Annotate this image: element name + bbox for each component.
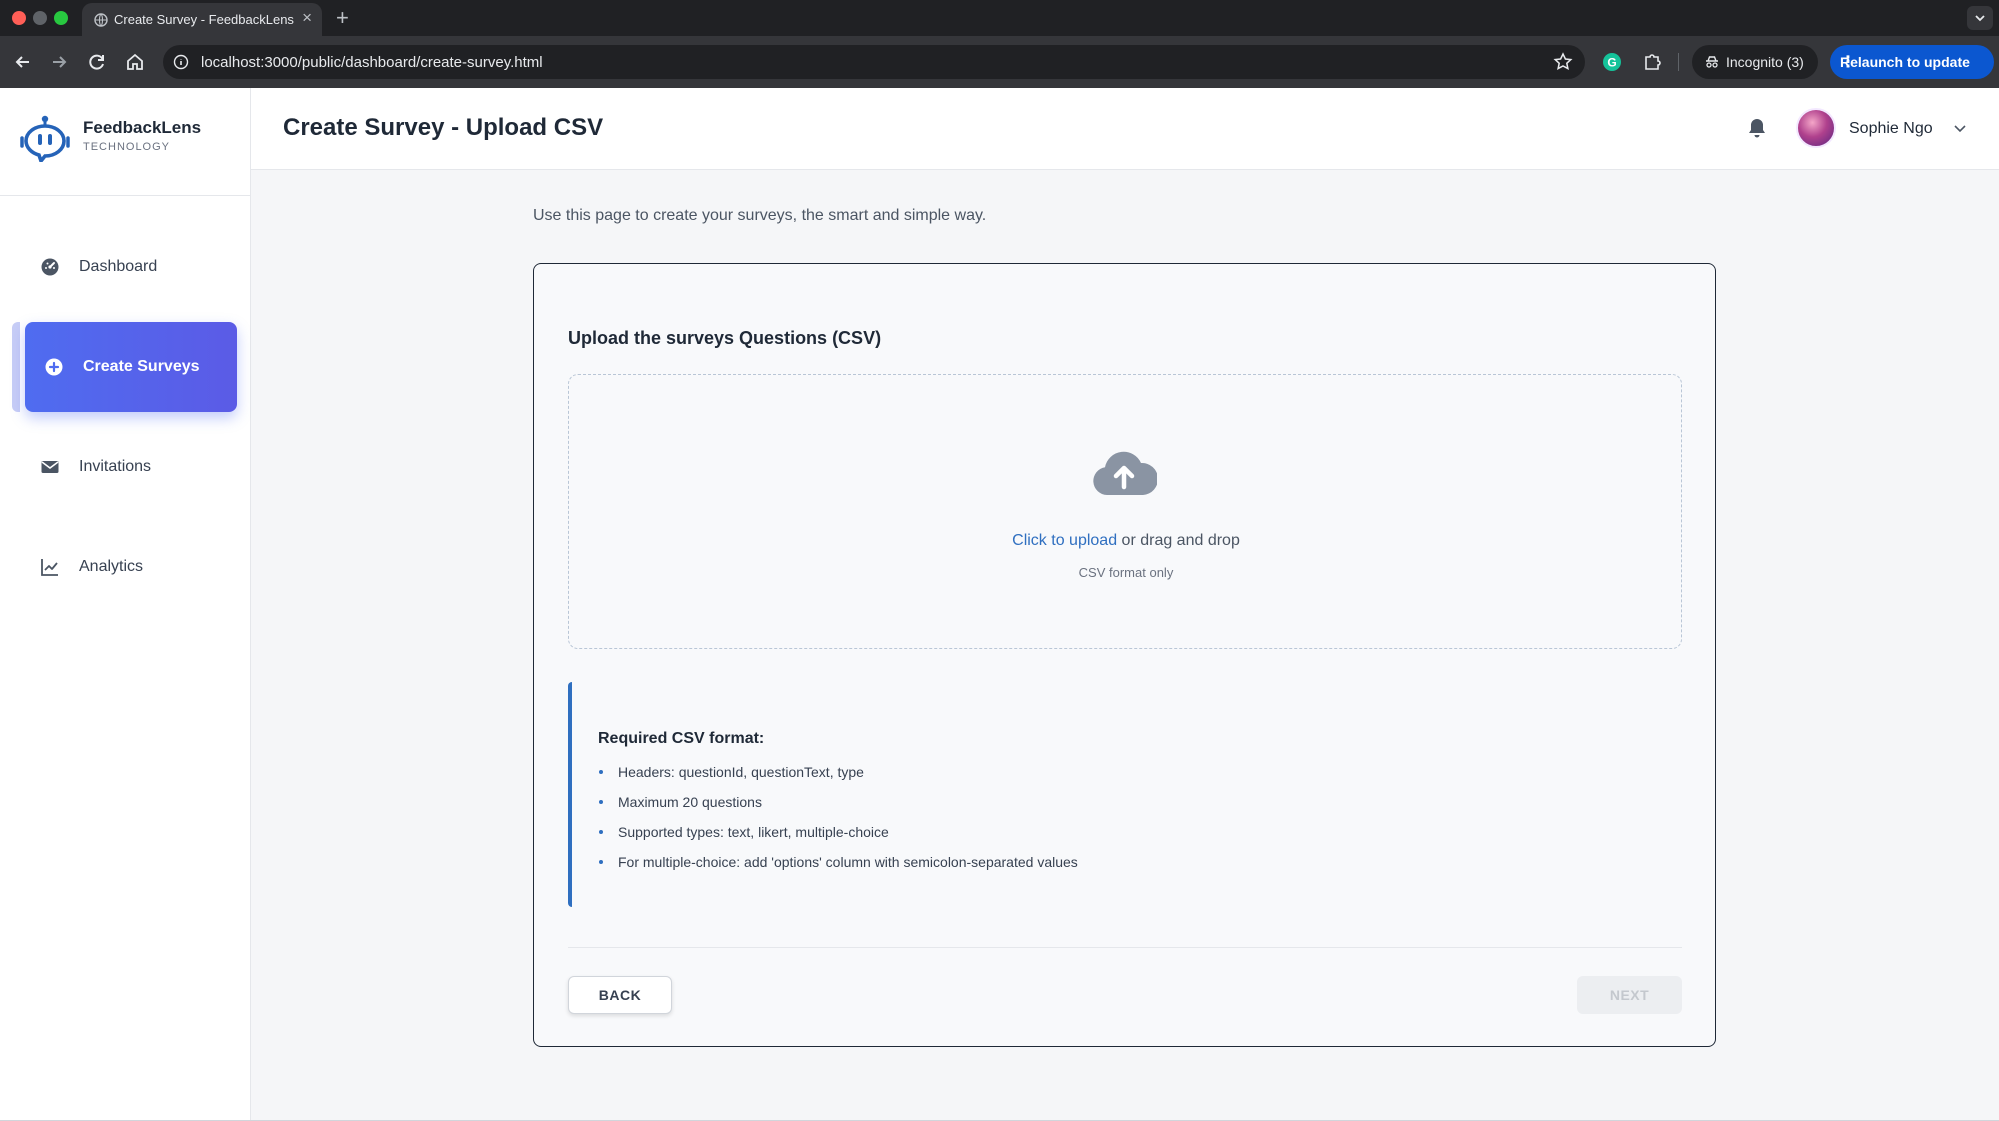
- brand-name: FeedbackLens: [83, 118, 202, 137]
- relaunch-button[interactable]: Relaunch to update ⋮: [1830, 45, 1994, 79]
- back-button[interactable]: BACK: [568, 976, 672, 1014]
- list-item: For multiple-choice: add 'options' colum…: [598, 854, 1078, 884]
- window-zoom-button[interactable]: [54, 11, 68, 25]
- dropzone-instructions: Click to upload or drag and drop: [569, 532, 1683, 550]
- avatar[interactable]: [1796, 108, 1836, 148]
- format-item-text: Headers: questionId, questionText, type: [618, 764, 864, 780]
- bookmark-star-icon[interactable]: [1553, 52, 1573, 72]
- csv-format-info: Required CSV format: Headers: questionId…: [568, 682, 1682, 907]
- drag-drop-text: or drag and drop: [1117, 532, 1240, 549]
- list-item: Supported types: text, likert, multiple-…: [598, 824, 1078, 854]
- page-intro: Use this page to create your surveys, th…: [533, 207, 987, 224]
- reload-icon[interactable]: [86, 51, 108, 73]
- sidebar: FeedbackLens TECHNOLOGY Dashboard Create…: [0, 88, 251, 1121]
- format-list: Headers: questionId, questionText, type …: [598, 764, 1078, 884]
- dropzone-hint: CSV format only: [1078, 565, 1174, 580]
- extensions-puzzle-icon[interactable]: [1641, 51, 1663, 73]
- browser-toolbar: localhost:3000/public/dashboard/create-s…: [0, 36, 1999, 88]
- csv-dropzone[interactable]: Click to upload or drag and drop CSV for…: [568, 374, 1682, 649]
- chevron-down-icon[interactable]: [1953, 121, 1967, 135]
- format-item-text: For multiple-choice: add 'options' colum…: [618, 854, 1078, 870]
- format-item-text: Supported types: text, likert, multiple-…: [618, 824, 889, 840]
- upload-heading: Upload the surveys Questions (CSV): [568, 328, 882, 348]
- globe-icon: [94, 13, 108, 27]
- bullet: [599, 770, 603, 774]
- incognito-icon: [1706, 56, 1718, 68]
- more-menu-icon[interactable]: ⋮: [1840, 52, 1986, 72]
- forward-arrow-icon[interactable]: [48, 51, 70, 73]
- upload-card: Upload the surveys Questions (CSV) Click…: [533, 263, 1716, 1047]
- active-indicator: [12, 322, 20, 412]
- bullet: [599, 860, 603, 864]
- chart-line-icon: [41, 559, 58, 576]
- tab-close-icon[interactable]: ×: [302, 9, 312, 27]
- site-info-icon[interactable]: [173, 54, 189, 70]
- grammarly-extension-icon[interactable]: G: [1601, 51, 1623, 73]
- bullet: [599, 830, 603, 834]
- address-url: localhost:3000/public/dashboard/create-s…: [201, 54, 543, 71]
- chevron-down-icon: [1975, 15, 1985, 22]
- page-title: Create Survey - Upload CSV: [283, 114, 604, 141]
- sidebar-item-analytics[interactable]: Analytics: [28, 547, 238, 587]
- envelope-icon: [41, 461, 59, 473]
- new-tab-button[interactable]: +: [336, 5, 349, 31]
- page-header: Create Survey - Upload CSV Sophie Ngo: [251, 88, 1999, 170]
- tab-title: Create Survey - FeedbackLens: [114, 12, 294, 27]
- bullet: [599, 800, 603, 804]
- dashboard-icon: [41, 258, 59, 276]
- sidebar-item-label: Analytics: [79, 558, 144, 575]
- format-item-text: Maximum 20 questions: [618, 794, 762, 810]
- sidebar-item-create-surveys[interactable]: Create Surveys: [25, 322, 237, 412]
- click-to-upload-link[interactable]: Click to upload: [1012, 532, 1117, 549]
- feedbacklens-logo-icon: [20, 115, 70, 162]
- sidebar-item-invitations[interactable]: Invitations: [28, 447, 238, 487]
- brand-subtitle: TECHNOLOGY: [83, 141, 171, 153]
- toolbar-divider: [1678, 53, 1679, 71]
- browser-tab-active[interactable]: Create Survey - FeedbackLens ×: [82, 3, 322, 36]
- list-item: Headers: questionId, questionText, type: [598, 764, 1078, 794]
- brand[interactable]: FeedbackLens TECHNOLOGY: [0, 88, 250, 196]
- tab-search-button[interactable]: [1967, 6, 1993, 30]
- incognito-label: Incognito (3): [1726, 54, 1804, 70]
- window-minimize-button[interactable]: [33, 11, 47, 25]
- app-container: FeedbackLens TECHNOLOGY Dashboard Create…: [0, 88, 1999, 1121]
- sidebar-item-label: Invitations: [79, 458, 152, 475]
- sidebar-item-label: Dashboard: [79, 258, 158, 275]
- format-title: Required CSV format:: [598, 730, 765, 747]
- next-button[interactable]: NEXT: [1577, 976, 1682, 1014]
- list-item: Maximum 20 questions: [598, 794, 1078, 824]
- home-icon[interactable]: [124, 51, 146, 73]
- plus-circle-icon: [45, 358, 63, 376]
- incognito-badge[interactable]: Incognito (3): [1692, 45, 1818, 79]
- card-divider: [568, 947, 1682, 948]
- sidebar-item-dashboard[interactable]: Dashboard: [28, 247, 238, 287]
- user-name[interactable]: Sophie Ngo: [1849, 120, 1933, 138]
- browser-tabstrip: Create Survey - FeedbackLens × +: [0, 0, 1999, 36]
- sidebar-item-label: Create Surveys: [83, 358, 200, 375]
- address-bar[interactable]: localhost:3000/public/dashboard/create-s…: [163, 45, 1585, 79]
- back-arrow-icon[interactable]: [12, 51, 34, 73]
- cloud-upload-icon: [1093, 451, 1157, 495]
- notification-bell-icon[interactable]: [1747, 117, 1767, 139]
- svg-text:G: G: [1607, 56, 1616, 70]
- window-close-button[interactable]: [12, 11, 26, 25]
